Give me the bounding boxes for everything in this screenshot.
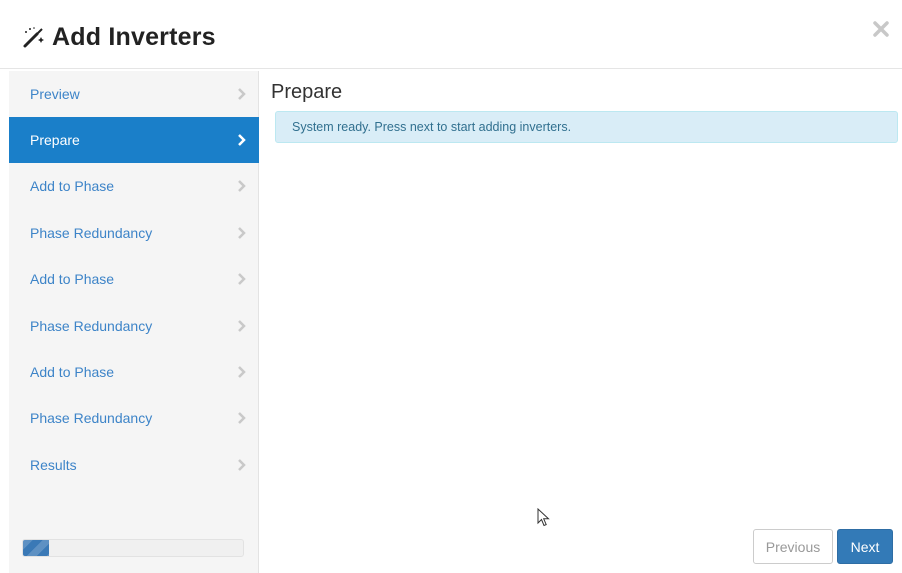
step-label: Results: [30, 457, 77, 473]
chevron-right-icon: [237, 179, 247, 193]
step-label: Add to Phase: [30, 364, 115, 380]
info-alert: System ready. Press next to start adding…: [275, 111, 898, 143]
chevron-right-icon: [237, 458, 247, 472]
step-preview[interactable]: Preview: [9, 71, 259, 117]
step-label: Add to Phase: [30, 178, 115, 194]
add-inverters-dialog: Add Inverters Preview Prepare Add to Pha…: [0, 0, 902, 573]
chevron-right-icon: [237, 365, 247, 379]
progress-bar-fill: [23, 540, 50, 556]
close-icon[interactable]: [870, 18, 892, 40]
previous-button[interactable]: Previous: [753, 529, 833, 564]
step-content-panel: Prepare System ready. Press next to star…: [259, 71, 902, 573]
step-results[interactable]: Results: [9, 442, 259, 488]
chevron-right-icon: [237, 133, 247, 147]
step-phase-redundancy-2[interactable]: Phase Redundancy: [9, 303, 259, 349]
next-button[interactable]: Next: [837, 529, 893, 564]
info-alert-text: System ready. Press next to start adding…: [292, 120, 572, 134]
step-phase-redundancy-1[interactable]: Phase Redundancy: [9, 210, 259, 256]
step-add-to-phase-3[interactable]: Add to Phase: [9, 349, 259, 395]
chevron-right-icon: [237, 411, 247, 425]
step-phase-redundancy-3[interactable]: Phase Redundancy: [9, 395, 259, 441]
magic-wand-icon: [22, 25, 46, 49]
mouse-cursor-icon: [537, 507, 551, 528]
step-label: Add to Phase: [30, 271, 115, 287]
step-title: Prepare: [271, 81, 343, 103]
dialog-title-wrap: Add Inverters: [22, 22, 216, 52]
step-label: Prepare: [30, 132, 80, 148]
step-add-to-phase-2[interactable]: Add to Phase: [9, 256, 259, 302]
wizard-steps-sidebar: Preview Prepare Add to Phase Phase Redun…: [9, 71, 259, 573]
step-label: Preview: [30, 86, 80, 102]
dialog-title: Add Inverters: [52, 22, 216, 51]
dialog-header: Add Inverters: [0, 0, 902, 69]
step-label: Phase Redundancy: [30, 225, 153, 241]
step-label: Phase Redundancy: [30, 410, 153, 426]
chevron-right-icon: [237, 226, 247, 240]
wizard-progress-bar: [22, 539, 244, 557]
step-label: Phase Redundancy: [30, 318, 153, 334]
step-prepare[interactable]: Prepare: [9, 117, 259, 163]
step-add-to-phase-1[interactable]: Add to Phase: [9, 163, 259, 209]
chevron-right-icon: [237, 319, 247, 333]
chevron-right-icon: [237, 87, 247, 101]
chevron-right-icon: [237, 272, 247, 286]
